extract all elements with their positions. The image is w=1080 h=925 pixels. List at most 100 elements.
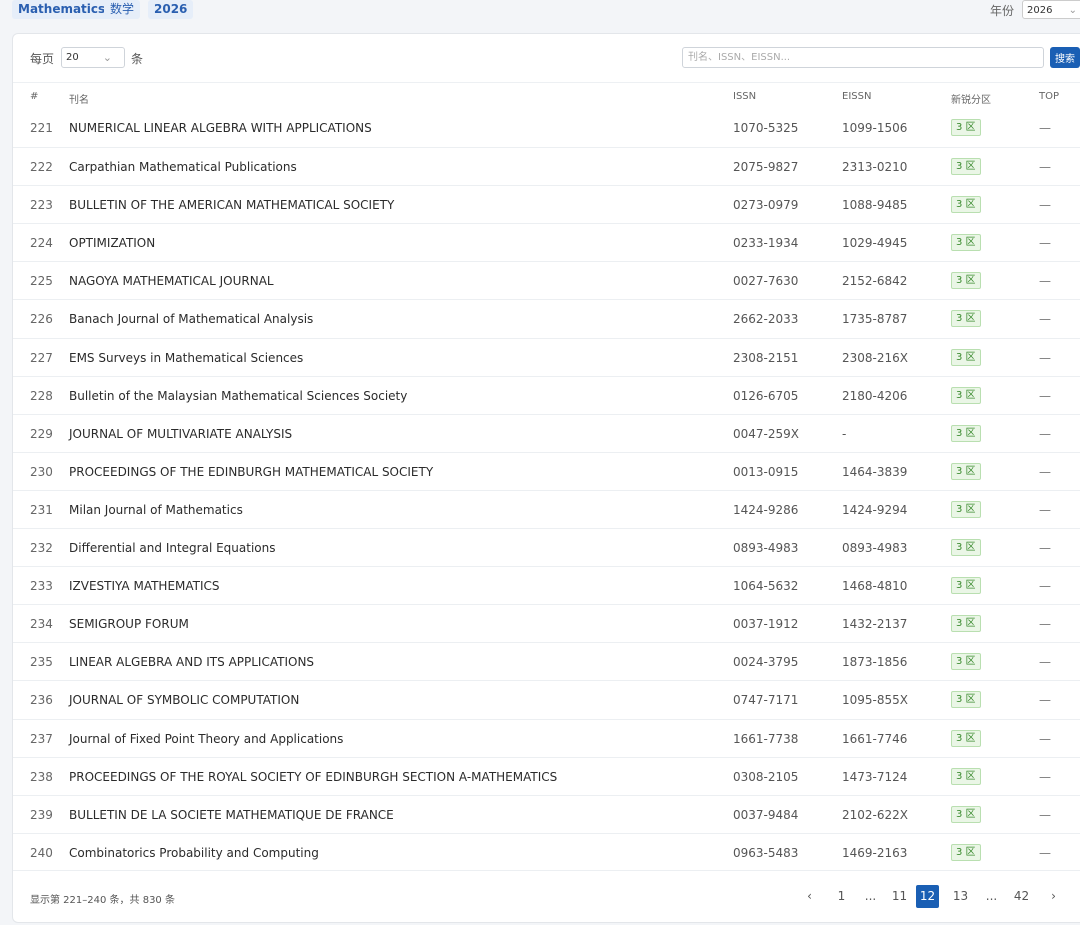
journal-title[interactable]: OPTIMIZATION [69,236,155,250]
table-row[interactable]: 227 EMS Surveys in Mathematical Sciences 2… [13,337,1080,376]
issn-value: 0308-2105 [733,769,799,784]
table-row[interactable]: 222 Carpathian Mathematical Publications 2… [13,147,1080,185]
journal-table-card: 每页 20 ⌄ 条 搜索 # 刊名 ISSN EISSN 新锐分区 TOP 22… [12,33,1080,923]
eissn-value: 1735-8787 [842,312,908,327]
journal-title[interactable]: SEMIGROUP FORUM [69,617,189,631]
journal-title[interactable]: Carpathian Mathematical Publications [69,160,297,174]
table-row[interactable]: 237 Journal of Fixed Point Theory and App… [13,718,1080,757]
table-row[interactable]: 225 NAGOYA MATHEMATICAL JOURNAL 0027-7630 2… [13,261,1080,299]
eissn-value: 1029-4945 [842,236,908,251]
table-row[interactable]: 223 BULLETIN OF THE AMERICAN MATHEMATICAL… [13,185,1080,223]
per-page-select[interactable]: 20 ⌄ [61,47,125,68]
journal-title[interactable]: Banach Journal of Mathematical Analysis [69,312,313,326]
page-button[interactable]: 11 [888,885,911,908]
zone-badge: 3 区 [951,386,981,404]
eissn-value: 1095-855X [842,693,908,708]
table-row[interactable]: 228 Bulletin of the Malaysian Mathematica… [13,375,1080,414]
zone-badge: 3 区 [951,462,981,480]
zone-badge: 3 区 [951,615,981,633]
journal-title[interactable]: EMS Surveys in Mathematical Sciences [69,351,303,365]
year-tag[interactable]: 2026 [148,0,194,19]
journal-title[interactable]: Journal of Fixed Point Theory and Applic… [69,732,343,746]
table-footer: 显示第 221–240 条，共 830 条 ‹ 1... 11 12 13... 42 › [13,870,1080,921]
issn-value: 0963-5483 [733,845,799,860]
top-value: — [1039,845,1051,860]
row-number: 227 [30,350,53,365]
journal-title[interactable]: JOURNAL OF MULTIVARIATE ANALYSIS [69,427,292,441]
zone-badge: 3 区 [951,272,981,290]
table-row[interactable]: 240 Combinatorics Probability and Computi… [13,832,1080,871]
table-row[interactable]: 226 Banach Journal of Mathematical Analys… [13,299,1080,337]
journal-title[interactable]: Milan Journal of Mathematics [69,503,243,517]
result-summary: 显示第 221–240 条，共 830 条 [30,895,175,906]
journal-title[interactable]: JOURNAL OF SYMBOLIC COMPUTATION [69,693,299,707]
page-button[interactable]: 42 [1010,885,1033,908]
top-value: — [1039,121,1051,135]
page-button[interactable]: 1 [830,885,853,908]
top-value: — [1039,693,1051,708]
journal-title[interactable]: Bulletin of the Malaysian Mathematical S… [69,389,407,403]
table-row[interactable]: 221 NUMERICAL LINEAR ALGEBRA WITH APPLICA… [13,109,1080,147]
zone-badge: 3 区 [951,310,981,328]
year-label: 年份 [989,4,1014,18]
subject-cn-tag[interactable]: 数学 [104,0,141,19]
table-row[interactable]: 231 Milan Journal of Mathematics 1424-9286… [13,489,1080,528]
issn-value: 2075-9827 [733,160,799,175]
subject-tag[interactable]: Mathematics [12,0,112,19]
zone-badge: 3 区 [951,729,981,747]
row-number: 230 [30,464,53,479]
year-select-value: 2026 [1027,5,1053,16]
journal-title[interactable]: Combinatorics Probability and Computing [69,846,319,860]
eissn-value: 1468-4810 [842,579,908,594]
eissn-value: 2152-6842 [842,274,908,289]
eissn-value: 1424-9294 [842,502,908,517]
issn-value: 1070-5325 [733,121,799,135]
zone-badge: 3 区 [951,767,981,785]
zone-badge: 3 区 [951,653,981,671]
journal-title[interactable]: NAGOYA MATHEMATICAL JOURNAL [69,274,274,288]
zone-badge: 3 区 [951,234,981,252]
journal-title[interactable]: PROCEEDINGS OF THE EDINBURGH MATHEMATICA… [69,465,433,479]
table-row[interactable]: 236 JOURNAL OF SYMBOLIC COMPUTATION 0747-7… [13,680,1080,718]
next-page-icon[interactable]: › [1042,885,1065,908]
top-bar: Mathematics 数学 2026 年份 2026 ⌄ [0,0,1080,22]
chevron-down-icon: ⌄ [102,51,112,64]
search-input[interactable] [682,47,1044,68]
page-button[interactable]: 13 [949,885,972,908]
row-number: 226 [30,312,53,327]
table-row[interactable]: 235 LINEAR ALGEBRA AND ITS APPLICATIONS 00… [13,642,1080,680]
zone-badge: 3 区 [951,348,981,366]
eissn-value: 2102-622X [842,807,908,822]
table-row[interactable]: 224 OPTIMIZATION 0233-1934 1029-4945 3 区 — [13,223,1080,261]
journal-title[interactable]: BULLETIN OF THE AMERICAN MATHEMATICAL SO… [69,198,394,212]
journal-title[interactable]: PROCEEDINGS OF THE ROYAL SOCIETY OF EDIN… [69,770,557,784]
top-value: — [1039,236,1051,251]
eissn-value: 1432-2137 [842,617,908,632]
journal-title[interactable]: NUMERICAL LINEAR ALGEBRA WITH APPLICATIO… [69,121,372,135]
row-number: 223 [30,198,53,213]
row-number: 229 [30,426,53,441]
zone-badge: 3 区 [951,500,981,518]
col-header-eissn: EISSN [842,91,872,102]
table-row[interactable]: 234 SEMIGROUP FORUM 0037-1912 1432-2137 3 区 — [13,604,1080,642]
page-button[interactable]: 12 [916,885,939,908]
eissn-value: 2308-216X [842,350,908,365]
zone-badge: 3 区 [951,539,981,557]
table-row[interactable]: 238 PROCEEDINGS OF THE ROYAL SOCIETY OF E… [13,756,1080,795]
year-select[interactable]: 2026 ⌄ [1022,0,1080,19]
eissn-value: 1464-3839 [842,464,908,479]
zone-badge: 3 区 [951,119,981,136]
search-button[interactable]: 搜索 [1050,47,1080,68]
journal-title[interactable]: IZVESTIYA MATHEMATICS [69,579,220,593]
table-row[interactable]: 239 BULLETIN DE LA SOCIETE MATHEMATIQUE D… [13,794,1080,833]
journal-title[interactable]: BULLETIN DE LA SOCIETE MATHEMATIQUE DE F… [69,808,394,822]
table-row[interactable]: 232 Differential and Integral Equations 08… [13,528,1080,566]
table-row[interactable]: 229 JOURNAL OF MULTIVARIATE ANALYSIS 0047-… [13,413,1080,452]
eissn-value: 2180-4206 [842,388,908,403]
zone-badge: 3 区 [951,158,981,176]
table-row[interactable]: 233 IZVESTIYA MATHEMATICS 1064-5632 1468-48… [13,566,1080,604]
prev-page-icon[interactable]: ‹ [798,885,821,908]
journal-title[interactable]: Differential and Integral Equations [69,541,276,555]
table-row[interactable]: 230 PROCEEDINGS OF THE EDINBURGH MATHEMAT… [13,451,1080,490]
journal-title[interactable]: LINEAR ALGEBRA AND ITS APPLICATIONS [69,655,314,669]
